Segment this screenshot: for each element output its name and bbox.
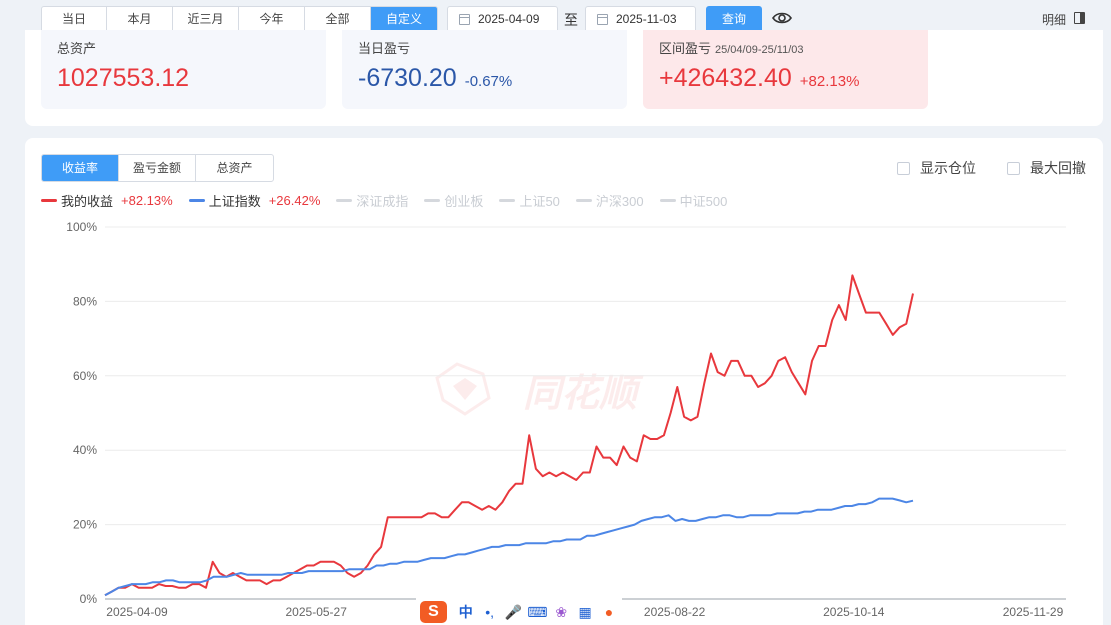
series-line xyxy=(104,497,914,597)
x-tick-label: 2025-08-22 xyxy=(644,605,706,619)
daily-pnl-label: 当日盈亏 xyxy=(358,41,411,56)
series-line xyxy=(104,274,914,597)
watermark: 同花顺 xyxy=(435,362,644,416)
daily-pnl-value: -6730.20 xyxy=(358,64,457,92)
ime-logo-icon[interactable]: S xyxy=(420,600,447,623)
detail-link[interactable]: 明细 xyxy=(1042,11,1066,28)
range-pnl-label-row: 区间盈亏 25/04/09-25/11/03 xyxy=(659,38,804,57)
y-tick-label: 100% xyxy=(66,220,97,234)
range-pnl-label: 区间盈亏 xyxy=(659,41,712,56)
eye-icon[interactable] xyxy=(772,10,792,26)
range-pnl-range: 25/04/09-25/11/03 xyxy=(715,44,804,56)
skin-icon[interactable]: ❀ xyxy=(550,601,572,623)
start-date-input[interactable]: 2025-04-09 xyxy=(447,6,558,33)
total-assets-value: 1027553.12 xyxy=(57,64,190,92)
range-pnl-row: +426432.40 +82.13% xyxy=(659,64,859,93)
calendar-icon xyxy=(597,14,608,25)
panel-toggle-icon[interactable] xyxy=(1074,12,1085,24)
date-range-separator: 至 xyxy=(564,12,578,28)
y-tick-label: 20% xyxy=(73,518,97,532)
total-assets-label: 总资产 xyxy=(57,41,97,56)
daily-pnl-card: 当日盈亏 -6730.20 -0.67% xyxy=(342,30,627,109)
ime-mode-toggle[interactable]: 中 xyxy=(455,601,477,623)
x-tick-label: 2025-04-09 xyxy=(106,605,168,619)
y-tick-label: 60% xyxy=(73,369,97,383)
query-button[interactable]: 查询 xyxy=(706,6,762,33)
period-today-button[interactable]: 当日 xyxy=(42,7,107,32)
period-month-button[interactable]: 本月 xyxy=(107,7,173,32)
period-custom-button[interactable]: 自定义 xyxy=(371,7,437,32)
end-date-value: 2025-11-03 xyxy=(616,12,677,26)
x-tick-label: 2025-11-29 xyxy=(1003,605,1064,619)
summary-panel: 总资产 1027553.12 当日盈亏 -6730.20 -0.67% 区间盈亏 2… xyxy=(25,30,1103,126)
y-tick-label: 0% xyxy=(80,592,98,606)
y-tick-label: 40% xyxy=(73,443,97,457)
daily-pnl-row: -6730.20 -0.67% xyxy=(358,64,512,93)
period-all-button[interactable]: 全部 xyxy=(305,7,371,32)
watermark-text: 同花顺 xyxy=(523,371,644,415)
range-pnl-value: +426432.40 xyxy=(659,64,792,92)
daily-pnl-pct: -0.67% xyxy=(464,73,513,90)
x-tick-label: 2025-05-27 xyxy=(286,605,348,619)
range-pnl-pct: +82.13% xyxy=(799,73,860,90)
y-tick-label: 80% xyxy=(73,294,97,308)
chart-panel: 收益率 盈亏金额 总资产 显示仓位 最大回撤 我的收益 +82.13% 上证指数… xyxy=(25,138,1103,625)
period-3months-button[interactable]: 近三月 xyxy=(173,7,239,32)
mascot-icon[interactable]: ● xyxy=(598,601,620,623)
keyboard-icon[interactable]: ⌨ xyxy=(526,601,548,623)
range-pnl-card: 区间盈亏 25/04/09-25/11/03 +426432.40 +82.13% xyxy=(643,30,928,109)
toolbox-icon[interactable]: ▦ xyxy=(574,601,596,623)
period-selector: 当日 本月 近三月 今年 全部 自定义 xyxy=(41,6,438,33)
end-date-input[interactable]: 2025-11-03 xyxy=(585,6,696,33)
punctuation-icon[interactable]: •, xyxy=(479,601,501,623)
total-assets-card: 总资产 1027553.12 xyxy=(41,30,326,109)
start-date-value: 2025-04-09 xyxy=(478,12,540,26)
return-chart: 同花顺 0% 20% 40% 60% 80% 100% 2025-04-09 2025-05… xyxy=(66,220,1066,619)
ime-toolbar: S 中 •, 🎤 ⌨ ❀ ▦ ● xyxy=(416,598,622,625)
period-ytd-button[interactable]: 今年 xyxy=(239,7,305,32)
calendar-icon xyxy=(459,14,470,25)
microphone-icon[interactable]: 🎤 xyxy=(503,601,525,623)
x-tick-label: 2025-10-14 xyxy=(823,605,885,619)
